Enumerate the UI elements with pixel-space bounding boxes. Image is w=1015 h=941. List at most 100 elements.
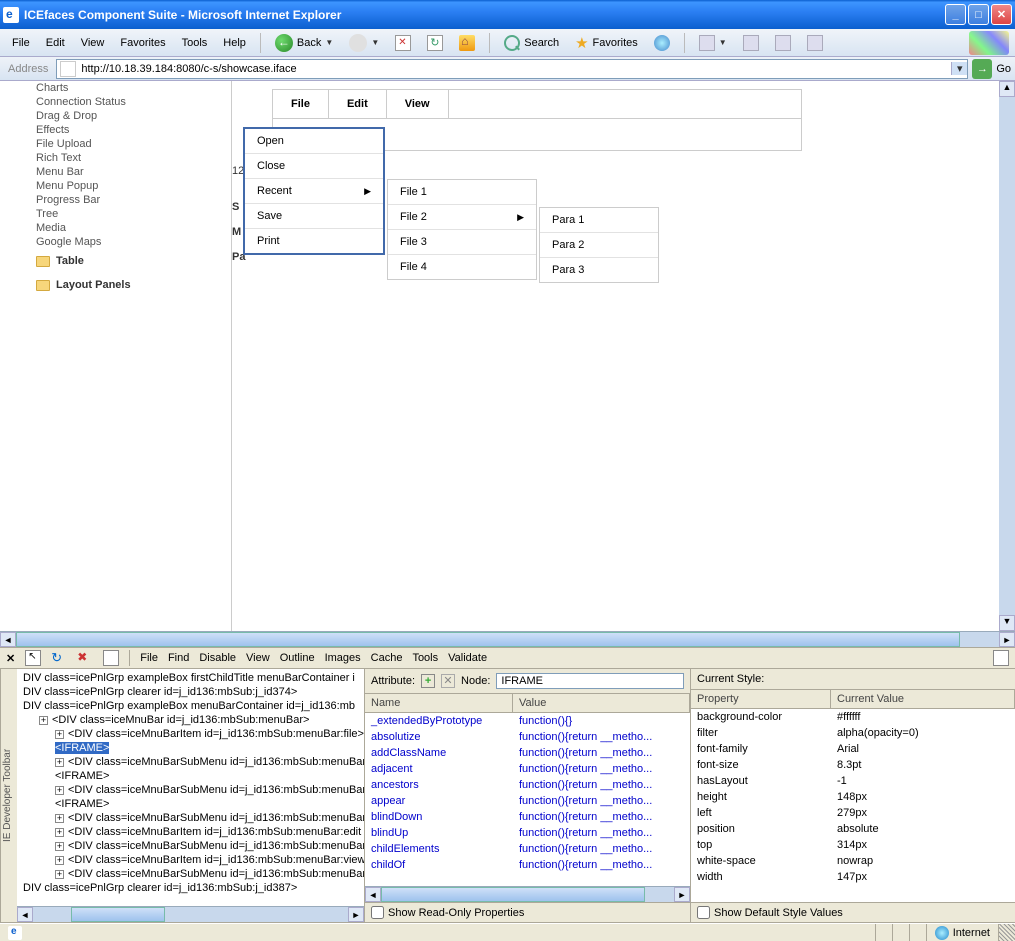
dom-tree-row[interactable]: DIV class=icePnlGrp exampleBox firstChil… xyxy=(19,671,362,685)
home-button[interactable] xyxy=(453,33,481,53)
style-row[interactable]: top314px xyxy=(691,837,1015,853)
address-input[interactable] xyxy=(79,63,951,75)
forward-button[interactable]: ▼ xyxy=(343,32,385,54)
demo-menu-view[interactable]: View xyxy=(387,90,449,118)
sidebar-item[interactable]: Drag & Drop xyxy=(36,109,231,123)
dom-tree-row[interactable]: +<DIV class=iceMnuBarItem id=j_id136:mbS… xyxy=(19,825,362,839)
style-row[interactable]: font-size8.3pt xyxy=(691,757,1015,773)
dev-menu-find[interactable]: Find xyxy=(168,652,189,664)
minimize-button[interactable]: _ xyxy=(945,4,966,25)
code-button[interactable] xyxy=(801,33,829,53)
attr-row[interactable]: _extendedByPrototypefunction(){} xyxy=(365,713,690,729)
search-button[interactable]: Search xyxy=(498,33,565,53)
menu-file[interactable]: File xyxy=(6,34,36,52)
inspect-icon[interactable] xyxy=(25,650,41,666)
dom-tree-row[interactable]: +<DIV class=iceMnuBarSubMenu id=j_id136:… xyxy=(19,811,362,825)
dom-tree-row[interactable]: DIV class=icePnlGrp exampleBox menuBarCo… xyxy=(19,699,362,713)
attr-row[interactable]: adjacentfunction(){return __metho... xyxy=(365,761,690,777)
attr-row[interactable]: childOffunction(){return __metho... xyxy=(365,857,690,873)
dom-tree-row[interactable]: +<DIV class=iceMnuBarSubMenu id=j_id136:… xyxy=(19,783,362,797)
dev-menu-file[interactable]: File xyxy=(140,652,158,664)
sidebar-item[interactable]: Progress Bar xyxy=(36,193,231,207)
sidebar-item[interactable]: Tree xyxy=(36,207,231,221)
dev-menu-outline[interactable]: Outline xyxy=(280,652,315,664)
style-row[interactable]: white-spacenowrap xyxy=(691,853,1015,869)
attr-row[interactable]: childElementsfunction(){return __metho..… xyxy=(365,841,690,857)
dom-tree-row[interactable]: DIV class=icePnlGrp clearer id=j_id136:m… xyxy=(19,881,362,895)
style-row[interactable]: left279px xyxy=(691,805,1015,821)
dev-undock-icon[interactable] xyxy=(993,650,1009,666)
sidebar-item[interactable]: File Upload xyxy=(36,137,231,151)
dev-close-button[interactable]: ✕ xyxy=(6,652,15,665)
style-row[interactable]: font-familyArial xyxy=(691,741,1015,757)
attr-row[interactable]: appearfunction(){return __metho... xyxy=(365,793,690,809)
sidebar-item[interactable]: Connection Status xyxy=(36,95,231,109)
sidebar-group-layout[interactable]: Layout Panels xyxy=(0,273,231,297)
sidebar-item[interactable]: Rich Text xyxy=(36,151,231,165)
style-row[interactable]: hasLayout-1 xyxy=(691,773,1015,789)
resize-grip[interactable] xyxy=(998,924,1015,941)
dom-tree-scrollbar[interactable]: ◄► xyxy=(17,906,364,922)
sidebar-item[interactable]: Effects xyxy=(36,123,231,137)
submenu-item[interactable]: Para 2 xyxy=(540,233,658,258)
menu-view[interactable]: View xyxy=(75,34,111,52)
show-readonly-checkbox[interactable] xyxy=(371,906,384,919)
submenu-item[interactable]: Para 1 xyxy=(540,208,658,233)
attr-row[interactable]: blindDownfunction(){return __metho... xyxy=(365,809,690,825)
favorites-button[interactable]: ★Favorites xyxy=(569,32,644,54)
attr-row[interactable]: absolutizefunction(){return __metho... xyxy=(365,729,690,745)
sidebar-item[interactable]: Menu Popup xyxy=(36,179,231,193)
back-button[interactable]: Back ▼ xyxy=(269,32,339,54)
remove-attribute-button[interactable]: ✕ xyxy=(441,674,455,688)
dev-menu-tools[interactable]: Tools xyxy=(412,652,438,664)
dom-tree-row[interactable]: +<DIV class=iceMnuBarSubMenu id=j_id136:… xyxy=(19,839,362,853)
show-default-styles-checkbox[interactable] xyxy=(697,906,710,919)
address-input-wrap[interactable]: ▾ xyxy=(56,59,968,79)
submenu-item[interactable]: Para 3 xyxy=(540,258,658,282)
menu-item-save[interactable]: Save xyxy=(245,204,383,229)
add-attribute-button[interactable]: + xyxy=(421,674,435,688)
menu-edit[interactable]: Edit xyxy=(40,34,71,52)
dev-menu-view[interactable]: View xyxy=(246,652,270,664)
style-row[interactable]: filteralpha(opacity=0) xyxy=(691,725,1015,741)
maximize-button[interactable]: □ xyxy=(968,4,989,25)
demo-menu-edit[interactable]: Edit xyxy=(329,90,387,118)
dev-menu-images[interactable]: Images xyxy=(325,652,361,664)
submenu-item[interactable]: File 4 xyxy=(388,255,536,279)
sidebar-item[interactable]: Media xyxy=(36,221,231,235)
dev-menu-disable[interactable]: Disable xyxy=(199,652,236,664)
attr-row[interactable]: blindUpfunction(){return __metho... xyxy=(365,825,690,841)
menu-item-close[interactable]: Close xyxy=(245,154,383,179)
style-row[interactable]: positionabsolute xyxy=(691,821,1015,837)
menu-item-recent[interactable]: Recent▶ xyxy=(245,179,383,204)
dev-clear-icon[interactable]: ✖ xyxy=(77,650,93,666)
style-row[interactable]: height148px xyxy=(691,789,1015,805)
address-dropdown[interactable]: ▾ xyxy=(951,62,967,75)
sidebar-group-table[interactable]: Table xyxy=(0,249,231,273)
submenu-item[interactable]: File 3 xyxy=(388,230,536,255)
dom-tree-row[interactable]: +<DIV class=iceMnuBarSubMenu id=j_id136:… xyxy=(19,755,362,769)
dom-tree-row[interactable]: <IFRAME> xyxy=(19,797,362,811)
menu-item-open[interactable]: Open xyxy=(245,129,383,154)
mail-button[interactable]: ▼ xyxy=(693,33,733,53)
attr-row[interactable]: addClassNamefunction(){return __metho... xyxy=(365,745,690,761)
dom-tree-row[interactable]: +<DIV class=iceMnuBarItem id=j_id136:mbS… xyxy=(19,727,362,741)
vertical-scrollbar[interactable]: ▲ ▼ xyxy=(999,81,1015,631)
print-button[interactable] xyxy=(737,33,765,53)
style-row[interactable]: background-color#ffffff xyxy=(691,709,1015,725)
edit-button[interactable] xyxy=(769,33,797,53)
menu-tools[interactable]: Tools xyxy=(176,34,214,52)
demo-menu-file[interactable]: File xyxy=(273,90,329,118)
dev-menu-cache[interactable]: Cache xyxy=(371,652,403,664)
window-close-button[interactable]: ✕ xyxy=(991,4,1012,25)
horizontal-scrollbar[interactable]: ◄ ► xyxy=(0,631,1015,647)
attr-row[interactable]: ancestorsfunction(){return __metho... xyxy=(365,777,690,793)
submenu-item[interactable]: File 2▶ xyxy=(388,205,536,230)
dom-tree-row[interactable]: DIV class=icePnlGrp clearer id=j_id136:m… xyxy=(19,685,362,699)
dev-refresh-icon[interactable]: ↻ xyxy=(51,650,67,666)
dom-tree-row[interactable]: <IFRAME> xyxy=(19,741,362,755)
attr-scrollbar[interactable]: ◄► xyxy=(365,886,690,902)
sidebar-item[interactable]: Menu Bar xyxy=(36,165,231,179)
dom-tree-row[interactable]: +<DIV class=iceMnuBarItem id=j_id136:mbS… xyxy=(19,853,362,867)
history-button[interactable] xyxy=(648,33,676,53)
